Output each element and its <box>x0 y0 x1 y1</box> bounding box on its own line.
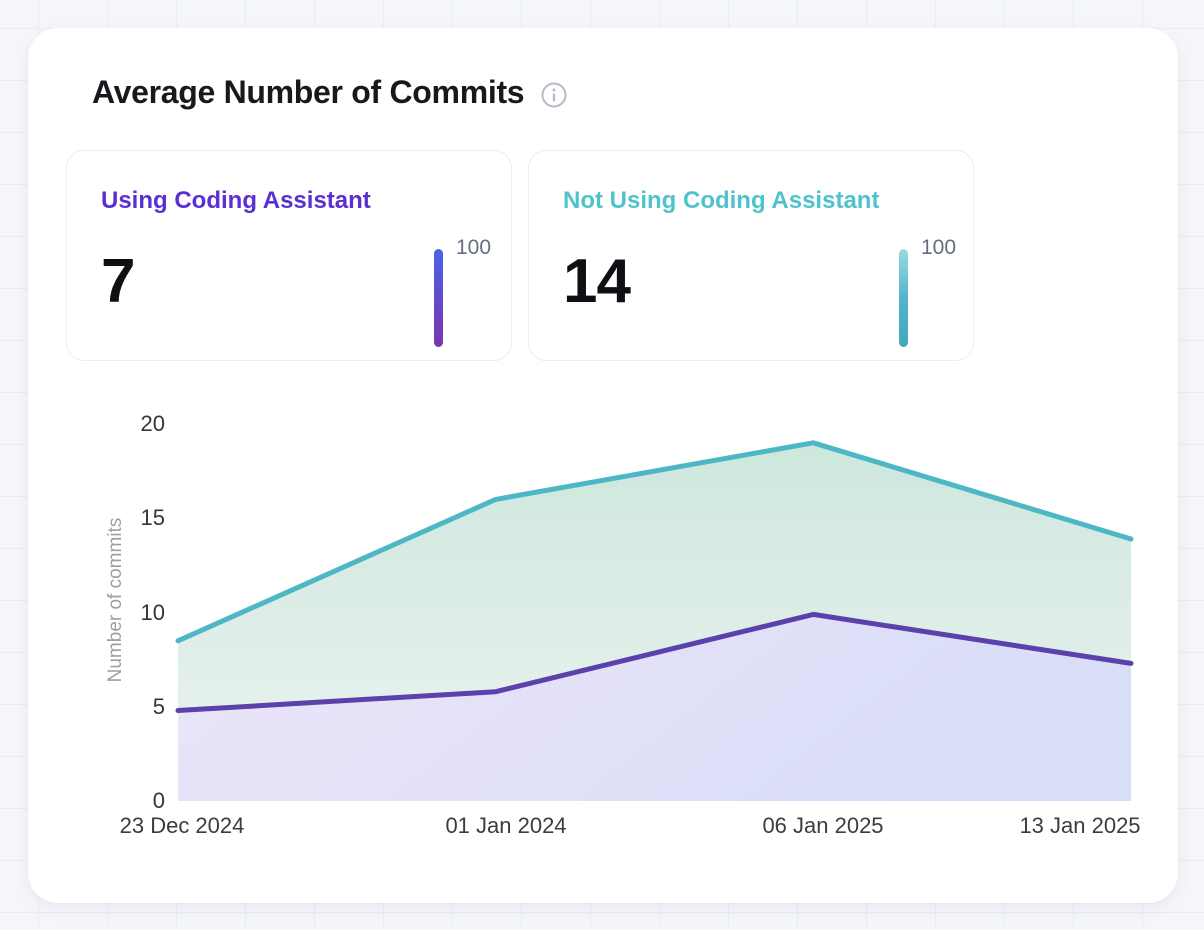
area-chart: 0 5 10 15 20 Number of commits 23 Dec 20… <box>28 400 1178 870</box>
stat-scale-bar <box>434 249 443 347</box>
y-tick-5: 5 <box>153 694 165 719</box>
stat-value: 14 <box>563 251 630 313</box>
stat-label: Using Coding Assistant <box>101 187 371 215</box>
y-tick-20: 20 <box>141 411 165 436</box>
info-icon[interactable] <box>540 81 568 109</box>
stat-scale-bar <box>899 249 908 347</box>
stat-label: Not Using Coding Assistant <box>563 187 879 215</box>
stat-scale-max: 100 <box>456 236 491 260</box>
x-label-0: 23 Dec 2024 <box>120 813 245 838</box>
y-tick-10: 10 <box>141 600 165 625</box>
stat-value: 7 <box>101 251 134 313</box>
stat-scale-max: 100 <box>921 236 956 260</box>
page-title: Average Number of Commits <box>92 74 524 111</box>
x-label-1: 01 Jan 2024 <box>445 813 566 838</box>
y-tick-0: 0 <box>153 788 165 813</box>
commits-card: Average Number of Commits Using Coding A… <box>28 28 1178 903</box>
card-header: Average Number of Commits <box>92 74 568 111</box>
y-tick-15: 15 <box>141 505 165 530</box>
x-label-3: 13 Jan 2025 <box>1019 813 1140 838</box>
stat-card-using-assistant: Using Coding Assistant 7 100 <box>66 150 512 361</box>
x-label-2: 06 Jan 2025 <box>762 813 883 838</box>
y-axis-label: Number of commits <box>105 518 126 683</box>
stat-card-not-using-assistant: Not Using Coding Assistant 14 100 <box>528 150 974 361</box>
